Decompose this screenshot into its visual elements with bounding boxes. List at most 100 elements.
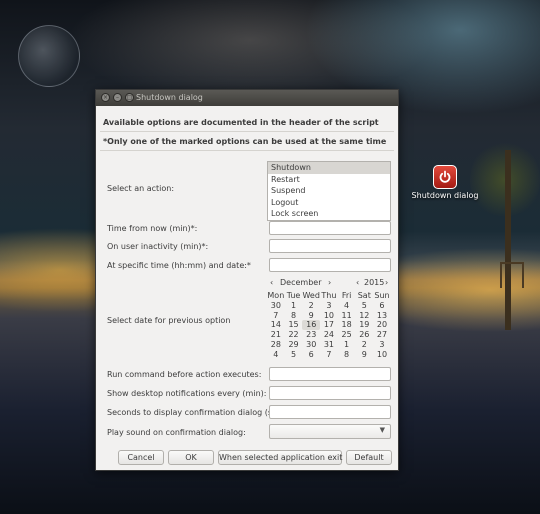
- calendar-week-row: 7 8 9 10 11 12 13: [267, 311, 391, 321]
- calendar-grid: Mon Tue Wed Thu Fri Sat Sun 30 1 2 3 4 5 6 7 8 9 10 11 12 13…: [267, 291, 391, 360]
- maximize-button[interactable]: □: [125, 93, 134, 102]
- desktop-shortcut-label: Shutdown dialog: [411, 191, 479, 200]
- next-year-button[interactable]: ›: [385, 277, 388, 289]
- calendar-day[interactable]: 17: [320, 320, 338, 330]
- calendar-day[interactable]: 10: [320, 311, 338, 321]
- calendar-day[interactable]: 28: [267, 340, 285, 350]
- default-button[interactable]: Default: [346, 450, 392, 465]
- cancel-button[interactable]: Cancel: [118, 450, 164, 465]
- calendar-week-row: 30 1 2 3 4 5 6: [267, 301, 391, 311]
- time-from-now-label: Time from now (min)*:: [107, 224, 198, 233]
- titlebar[interactable]: × – □ Shutdown dialog: [96, 90, 398, 106]
- calendar-day[interactable]: 14: [267, 320, 285, 330]
- calendar-day[interactable]: 25: [338, 330, 356, 340]
- calendar-year: 2015: [364, 278, 385, 287]
- close-icon: ×: [102, 93, 109, 101]
- calendar-day[interactable]: 13: [373, 311, 391, 321]
- date-label: Select date for previous option: [107, 316, 231, 325]
- separator: [100, 131, 394, 132]
- calendar-day[interactable]: 16: [302, 320, 321, 331]
- chevron-down-icon: ▼: [379, 426, 385, 434]
- calendar-day[interactable]: 4: [267, 350, 285, 360]
- calendar-weekday: Thu: [321, 291, 337, 300]
- action-list[interactable]: Shutdown Restart Suspend Logout Lock scr…: [267, 161, 391, 221]
- calendar-weekday: Fri: [341, 291, 352, 300]
- action-item-shutdown[interactable]: Shutdown: [268, 162, 390, 174]
- calendar-month: December: [280, 278, 322, 287]
- action-item-suspend[interactable]: Suspend: [268, 185, 390, 197]
- sound-select[interactable]: ▼: [269, 424, 391, 439]
- calendar-day[interactable]: 2: [302, 301, 320, 311]
- maximize-icon: □: [126, 93, 133, 101]
- calendar-week-row: 21 22 23 24 25 26 27: [267, 330, 391, 340]
- minimize-button[interactable]: –: [113, 93, 122, 102]
- calendar-day[interactable]: 8: [285, 311, 303, 321]
- calendar-day[interactable]: 9: [355, 350, 373, 360]
- close-button[interactable]: ×: [101, 93, 110, 102]
- header-line-1: Available options are documented in the …: [103, 118, 379, 127]
- action-item-logout[interactable]: Logout: [268, 197, 390, 209]
- confirm-seconds-input[interactable]: [269, 405, 391, 419]
- calendar-day[interactable]: 4: [338, 301, 356, 311]
- prev-month-button[interactable]: ‹: [270, 277, 273, 289]
- calendar-day[interactable]: 11: [338, 311, 356, 321]
- specific-time-input[interactable]: [269, 258, 391, 272]
- specific-time-label: At specific time (hh:mm) and date:*: [107, 261, 251, 270]
- calendar-day[interactable]: 22: [285, 330, 303, 340]
- action-label: Select an action:: [107, 184, 175, 193]
- time-from-now-input[interactable]: [269, 221, 391, 235]
- calendar-day[interactable]: 15: [285, 320, 303, 330]
- calendar-day[interactable]: 1: [338, 340, 356, 350]
- action-item-restart[interactable]: Restart: [268, 174, 390, 186]
- calendar-day[interactable]: 24: [320, 330, 338, 340]
- calendar-day[interactable]: 3: [373, 340, 391, 350]
- calendar-day[interactable]: 29: [285, 340, 303, 350]
- calendar-day[interactable]: 7: [320, 350, 338, 360]
- moon: [18, 25, 80, 87]
- calendar-day[interactable]: 20: [373, 320, 391, 330]
- run-command-input[interactable]: [269, 367, 391, 381]
- calendar-day[interactable]: 9: [302, 311, 320, 321]
- date-calendar[interactable]: ‹ December › ‹ 2015 › Mon Tue Wed Thu Fri Sat…: [267, 277, 391, 360]
- calendar-weekday: Mon: [267, 291, 285, 300]
- calendar-weekday: Sun: [374, 291, 390, 300]
- calendar-day[interactable]: 18: [338, 320, 356, 330]
- sound-label: Play sound on confirmation dialog:: [107, 428, 246, 437]
- calendar-day[interactable]: 23: [302, 330, 320, 340]
- calendar-day[interactable]: 30: [267, 301, 285, 311]
- shutdown-dialog-window: × – □ Shutdown dialog Available options …: [95, 89, 399, 471]
- calendar-day[interactable]: 21: [267, 330, 285, 340]
- inactivity-label: On user inactivity (min)*:: [107, 242, 209, 251]
- minimize-icon: –: [116, 93, 119, 101]
- calendar-day[interactable]: 19: [355, 320, 373, 330]
- ok-button[interactable]: OK: [168, 450, 214, 465]
- calendar-day[interactable]: 1: [285, 301, 303, 311]
- notifications-input[interactable]: [269, 386, 391, 400]
- calendar-day[interactable]: 5: [355, 301, 373, 311]
- calendar-week-row: 14 15 16 17 18 19 20: [267, 320, 391, 331]
- calendar-day[interactable]: 26: [355, 330, 373, 340]
- power-icon: [433, 165, 457, 189]
- prev-year-button[interactable]: ‹: [356, 277, 359, 289]
- calendar-day[interactable]: 3: [320, 301, 338, 311]
- calendar-day[interactable]: 12: [355, 311, 373, 321]
- calendar-day[interactable]: 6: [302, 350, 320, 360]
- calendar-day[interactable]: 2: [355, 340, 373, 350]
- calendar-day[interactable]: 5: [285, 350, 303, 360]
- calendar-day[interactable]: 10: [373, 350, 391, 360]
- desktop-shortcut[interactable]: Shutdown dialog: [410, 165, 480, 200]
- calendar-day[interactable]: 6: [373, 301, 391, 311]
- notifications-label: Show desktop notifications every (min):: [107, 389, 267, 398]
- calendar-day[interactable]: 8: [338, 350, 356, 360]
- calendar-day[interactable]: 27: [373, 330, 391, 340]
- calendar-day[interactable]: 31: [320, 340, 338, 350]
- action-item-lock-screen[interactable]: Lock screen: [268, 208, 390, 220]
- calendar-day[interactable]: 7: [267, 311, 285, 321]
- calendar-day[interactable]: 30: [302, 340, 320, 350]
- confirm-seconds-label: Seconds to display confirmation dialog (…: [107, 408, 278, 417]
- window-title: Shutdown dialog: [136, 93, 203, 102]
- when-app-exit-button[interactable]: When selected application exit: [218, 450, 342, 465]
- next-month-button[interactable]: ›: [328, 277, 331, 289]
- calendar-week-row: 4 5 6 7 8 9 10: [267, 350, 391, 360]
- inactivity-input[interactable]: [269, 239, 391, 253]
